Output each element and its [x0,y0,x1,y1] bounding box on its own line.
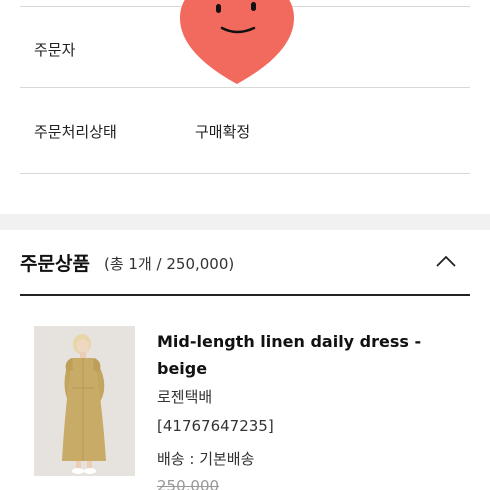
section-separator [0,214,490,230]
orderer-label: 주문자 [34,41,76,59]
product-name[interactable]: Mid-length linen daily dress - beige [157,328,447,382]
order-status-label: 주문처리상태 [34,123,117,141]
order-detail-page: 주문자 주문처리상태 구매확정 주문상품 (총 1개 / 250,000) Mi… [0,0,490,490]
order-items-summary: (총 1개 / 250,000) [104,255,235,273]
product-price: 250,000 [157,477,220,490]
order-status-row: 주문처리상태 구매확정 [20,88,470,174]
shipping-type: 배송 : 기본배송 [157,450,255,468]
sticker-left-eye [216,4,221,13]
smiling-heart-sticker [180,0,294,84]
order-status-value: 구매확정 [195,123,251,141]
chevron-up-icon[interactable] [434,250,458,272]
sticker-right-eye [251,2,256,11]
product-image[interactable] [34,326,135,476]
tracking-number[interactable]: [41767647235] [157,417,274,435]
courier-name: 로젠택배 [157,388,213,406]
order-items-header[interactable]: 주문상품 (총 1개 / 250,000) [20,230,470,296]
order-items-title: 주문상품 [20,253,90,275]
